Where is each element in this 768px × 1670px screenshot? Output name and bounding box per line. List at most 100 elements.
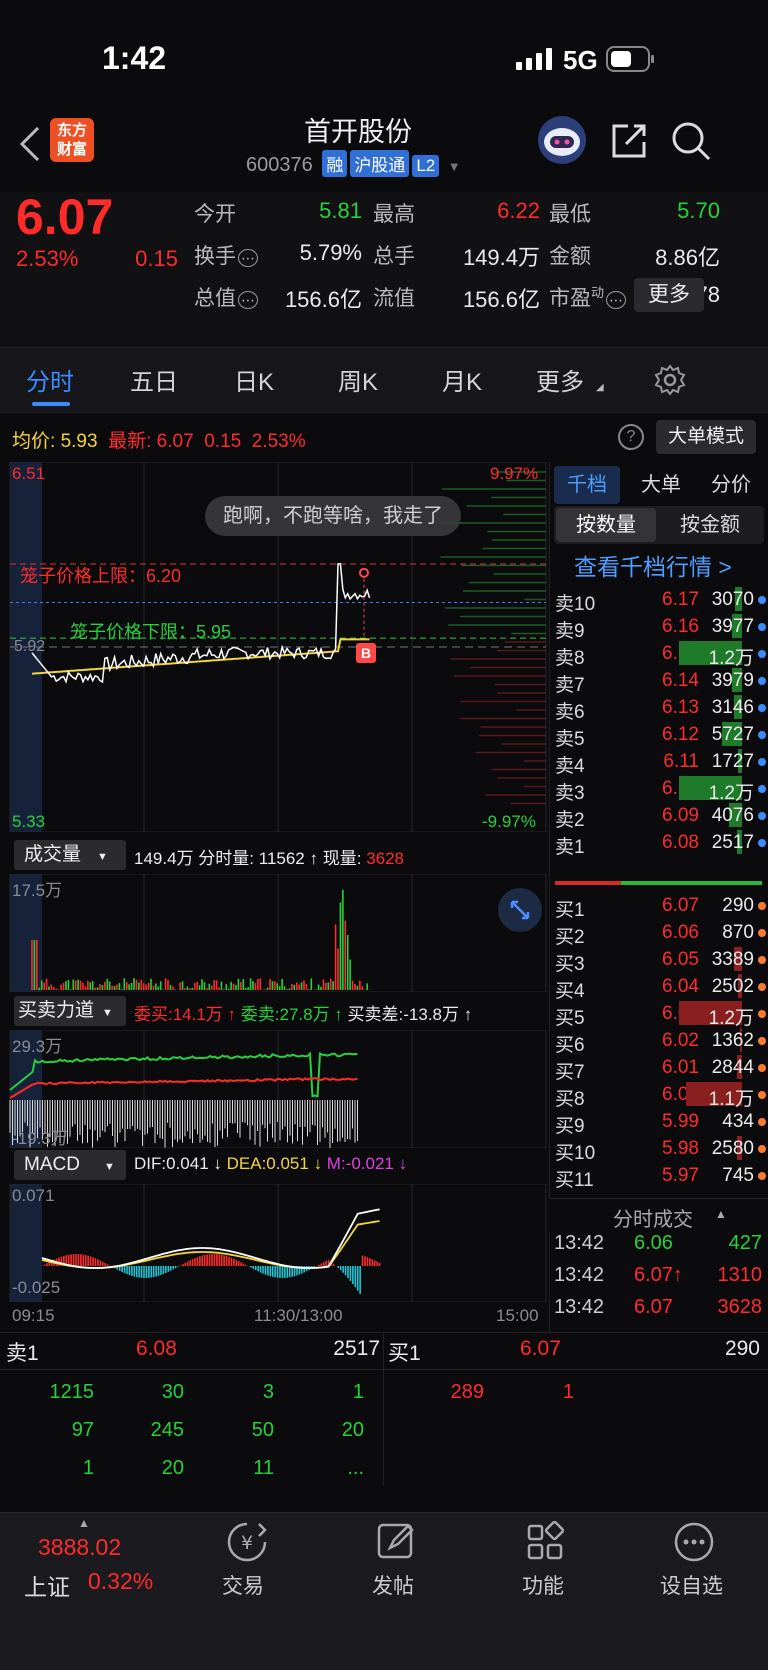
index-pct: 0.32% bbox=[88, 1568, 154, 1594]
level-dot bbox=[758, 983, 766, 991]
level-dot bbox=[758, 1010, 766, 1018]
ask-row[interactable]: 卖6 6.13 3146 bbox=[555, 693, 768, 723]
tab-5[interactable]: 更多 bbox=[536, 362, 584, 397]
force-bottom: -19.3万 bbox=[12, 1129, 68, 1148]
big-order-mode-button[interactable]: 大单模式 bbox=[656, 420, 756, 454]
bid-row[interactable]: 买4 6.04 2502 bbox=[555, 972, 768, 1002]
level-price: 6.12 bbox=[662, 724, 699, 745]
expand-icon[interactable] bbox=[498, 888, 542, 932]
ask-row[interactable]: 卖5 6.12 5727 bbox=[555, 720, 768, 750]
level-price: 6.07 bbox=[662, 895, 699, 916]
dropdown-caret-icon: ▼ bbox=[102, 1007, 113, 1019]
back-icon[interactable] bbox=[14, 124, 44, 164]
level-dot bbox=[758, 650, 766, 658]
stat-value: 5.70 bbox=[677, 198, 720, 223]
chart-pct-top: 9.97% bbox=[490, 464, 539, 483]
side-tab-depth[interactable]: 千档 bbox=[554, 466, 620, 504]
signal-icon bbox=[516, 48, 552, 70]
buy-marker-badge[interactable]: B bbox=[356, 643, 376, 663]
time-axis-end: 15:00 bbox=[496, 1306, 539, 1325]
ask-row[interactable]: 卖36.101.2万 bbox=[555, 774, 768, 804]
volume-chart[interactable] bbox=[0, 874, 548, 992]
side-subtab-group: 按数量 按金额 bbox=[554, 506, 764, 544]
force-chart[interactable] bbox=[0, 1030, 548, 1148]
bid-row[interactable]: 买9 5.99 434 bbox=[555, 1107, 768, 1137]
tab-0[interactable]: 分时 bbox=[26, 362, 74, 397]
side-tab-price-dist[interactable]: 分价 bbox=[698, 466, 764, 504]
ask-row[interactable]: 卖86.151.2万 bbox=[555, 639, 768, 669]
tab-3[interactable]: 周K bbox=[338, 362, 378, 397]
more-tab-caret-icon: ◢ bbox=[596, 382, 604, 393]
stat-value: 8.86亿 bbox=[655, 245, 720, 270]
stock-code-row[interactable]: 600376 融沪股通 L2 ▼ bbox=[246, 150, 461, 177]
level-volume: 3146 bbox=[711, 697, 754, 718]
level-dot bbox=[758, 596, 766, 604]
tab-active-indicator bbox=[32, 402, 70, 406]
time-axis-mid: 11:30/13:00 bbox=[254, 1306, 343, 1325]
bid-row[interactable]: 买8 6.00 1.1万 bbox=[555, 1080, 768, 1110]
macd-chart[interactable] bbox=[0, 1184, 548, 1302]
bid-row[interactable]: 买11 5.97 745 bbox=[555, 1161, 768, 1191]
level-dot bbox=[758, 623, 766, 631]
bid-row[interactable]: 买56.031.2万 bbox=[555, 999, 768, 1029]
view-depth-link[interactable]: 查看千档行情 > bbox=[574, 548, 732, 582]
stat-value: 156.6亿 bbox=[462, 287, 540, 312]
trade-icon[interactable]: ¥ bbox=[225, 1520, 269, 1564]
functions-icon[interactable] bbox=[523, 1520, 567, 1564]
side-tab-big-order[interactable]: 大单 bbox=[628, 466, 694, 504]
help-icon[interactable]: ? bbox=[618, 424, 644, 450]
lower-limit-label: 笼子价格下限：5.95 bbox=[70, 622, 232, 642]
robot-avatar-icon[interactable] bbox=[536, 114, 588, 166]
queue-sell-cell: 30 bbox=[161, 1381, 184, 1403]
macd-selector[interactable]: MACD ▼ bbox=[14, 1150, 126, 1180]
nav-watchlist[interactable]: 设自选 bbox=[660, 1570, 723, 1600]
level-price: 6.02 bbox=[662, 1030, 699, 1051]
more-button[interactable]: 更多 bbox=[634, 278, 704, 312]
bid-row[interactable]: 买3 6.05 3389 bbox=[555, 945, 768, 975]
level-dot bbox=[758, 956, 766, 964]
subtab-by-amount[interactable]: 按金额 bbox=[660, 508, 760, 542]
app-logo[interactable]: 东方 财富 bbox=[50, 118, 94, 162]
tab-2[interactable]: 日K bbox=[234, 362, 274, 397]
watchlist-icon[interactable] bbox=[672, 1520, 716, 1564]
ask-row[interactable]: 卖1 6.08 2517 bbox=[555, 828, 768, 858]
bid-row[interactable]: 买2 6.06 870 bbox=[555, 918, 768, 948]
volume-selector[interactable]: 成交量 ▼ bbox=[14, 840, 126, 870]
ask-row[interactable]: 卖7 6.14 3979 bbox=[555, 666, 768, 696]
nav-functions[interactable]: 功能 bbox=[522, 1570, 564, 1600]
bid-row[interactable]: 买1 6.07 290 bbox=[555, 891, 768, 921]
post-icon[interactable] bbox=[374, 1520, 418, 1564]
volume-total: 149.4万 bbox=[134, 849, 194, 868]
level-price: 6.16 bbox=[662, 616, 699, 637]
subtab-by-quantity[interactable]: 按数量 bbox=[556, 508, 656, 542]
force-selector[interactable]: 买卖力道 ▼ bbox=[14, 996, 126, 1026]
volume-max: 17.5万 bbox=[12, 881, 63, 900]
index-value[interactable]: 3888.02 bbox=[38, 1534, 121, 1561]
queue-buy-cell: 1 bbox=[562, 1381, 574, 1403]
level-volume: 3389 bbox=[711, 949, 754, 970]
tag-connect: 沪股通 bbox=[350, 150, 410, 177]
search-icon[interactable] bbox=[670, 120, 712, 162]
settings-gear-icon[interactable] bbox=[654, 364, 686, 396]
level-volume: 3070 bbox=[711, 589, 754, 610]
force-buy: 委买:14.1万 bbox=[134, 1005, 223, 1024]
upper-limit-label: 笼子价格上限：6.20 bbox=[20, 566, 182, 586]
bid-row[interactable]: 买7 6.01 2844 bbox=[555, 1053, 768, 1083]
share-icon[interactable] bbox=[610, 120, 650, 160]
tab-4[interactable]: 月K bbox=[442, 362, 482, 397]
nav-post[interactable]: 发帖 bbox=[372, 1570, 414, 1600]
tab-1[interactable]: 五日 bbox=[130, 362, 178, 397]
level-price: 6.08 bbox=[662, 832, 699, 853]
level-volume: 4076 bbox=[711, 805, 754, 826]
nav-trade[interactable]: 交易 bbox=[222, 1570, 264, 1600]
logo-line1: 东方 bbox=[56, 122, 87, 139]
ask-row[interactable]: 卖2 6.09 4076 bbox=[555, 801, 768, 831]
ask-row[interactable]: 卖4 6.11 1727 bbox=[555, 747, 768, 777]
ticks-header[interactable]: 分时成交 ▲ bbox=[549, 1198, 768, 1232]
bid-row[interactable]: 买6 6.02 1362 bbox=[555, 1026, 768, 1056]
stat-label: 最低 bbox=[549, 203, 591, 226]
ask-row[interactable]: 卖10 6.17 3070 bbox=[555, 585, 768, 615]
stat-label: 总手 bbox=[373, 245, 415, 268]
ask-row[interactable]: 卖9 6.16 3977 bbox=[555, 612, 768, 642]
bid-row[interactable]: 买10 5.98 2580 bbox=[555, 1134, 768, 1164]
